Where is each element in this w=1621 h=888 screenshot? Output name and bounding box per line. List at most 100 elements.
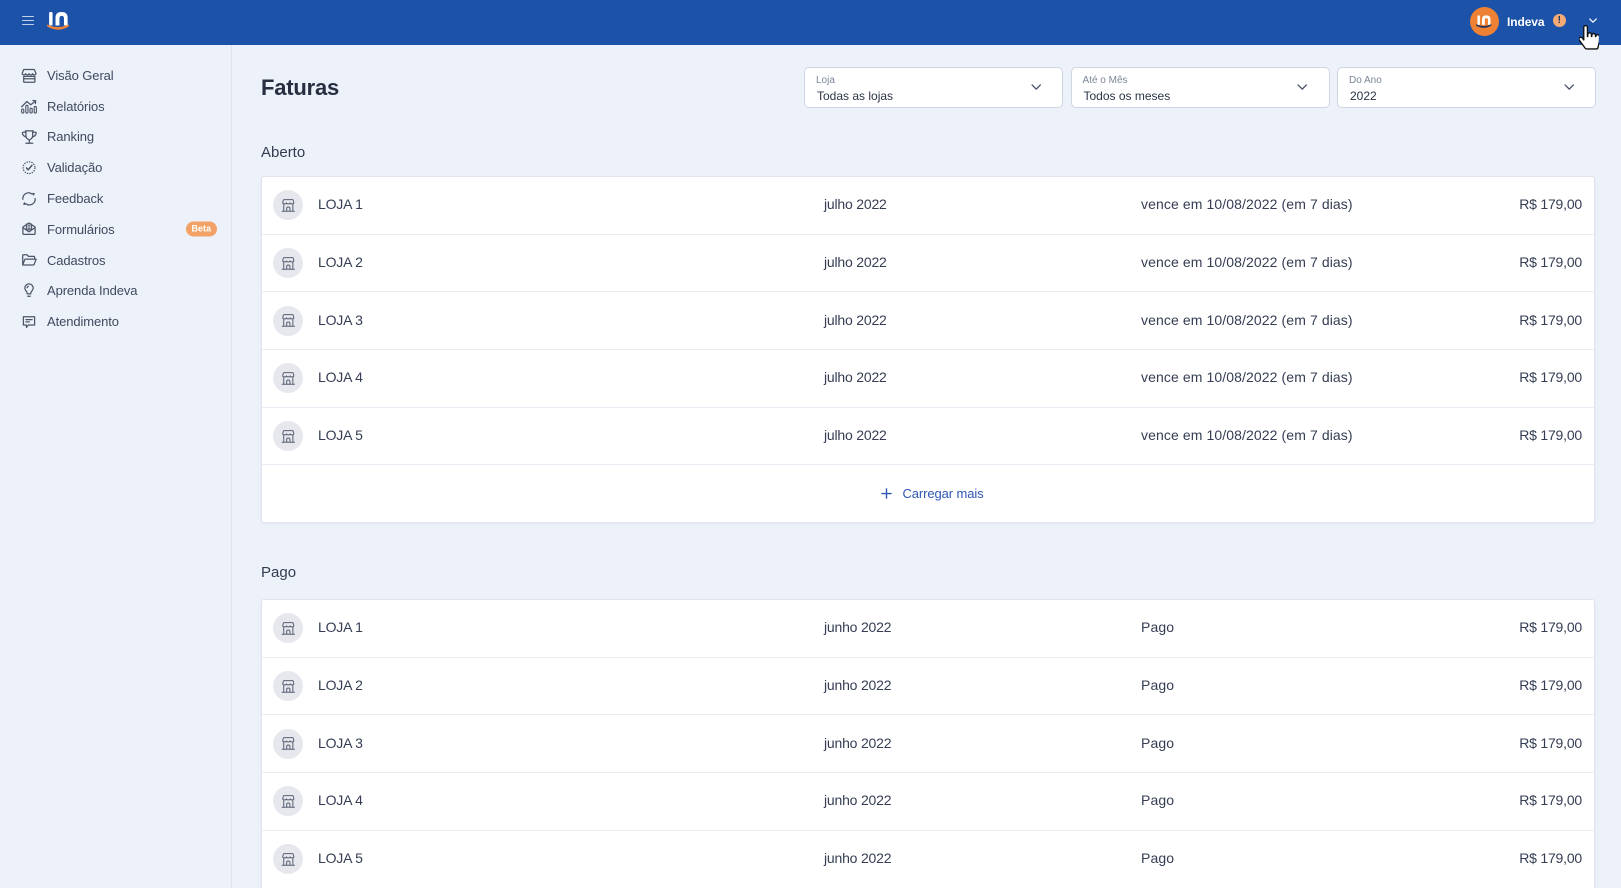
store-icon: [273, 613, 303, 643]
indeva-logo-icon[interactable]: [47, 11, 69, 31]
invoice-amount: R$ 179,00: [1519, 254, 1582, 270]
invoice-period: junho 2022: [824, 619, 891, 635]
store-icon: [273, 190, 303, 220]
store-name: LOJA 2: [318, 677, 363, 693]
chevron-down-icon: [1031, 84, 1042, 91]
invoice-status: Pago: [1141, 792, 1174, 808]
invoice-status: vence em 10/08/2022 (em 7 dias): [1141, 369, 1353, 385]
main-content: Faturas Loja Todas as lojas Até o Mês To…: [233, 45, 1621, 888]
invoice-status: Pago: [1141, 677, 1174, 693]
storefront-icon: [21, 67, 37, 83]
invoice-status: vence em 10/08/2022 (em 7 dias): [1141, 254, 1353, 270]
chat-icon: [21, 314, 37, 330]
store-icon: [273, 363, 303, 393]
invoice-card-aberto: LOJA 1 julho 2022 vence em 10/08/2022 (e…: [261, 176, 1595, 523]
invoice-period: julho 2022: [824, 196, 887, 212]
filter-select-até-o-mês[interactable]: Até o Mês Todos os meses: [1071, 67, 1330, 108]
store-icon: [273, 248, 303, 278]
invoice-period: junho 2022: [824, 735, 891, 751]
store-icon: [273, 729, 303, 759]
beta-badge: Beta: [186, 222, 217, 237]
invoice-row[interactable]: LOJA 4 junho 2022 Pago R$ 179,00: [262, 772, 1594, 830]
invoice-row[interactable]: LOJA 1 julho 2022 vence em 10/08/2022 (e…: [262, 177, 1594, 234]
invoice-period: julho 2022: [824, 312, 887, 328]
invoice-status: Pago: [1141, 850, 1174, 866]
page-title: Faturas: [261, 75, 339, 101]
section-heading: Pago: [261, 565, 296, 580]
invoice-amount: R$ 179,00: [1519, 369, 1582, 385]
bar-chart-icon: [21, 98, 37, 114]
chevron-down-icon: [1297, 84, 1308, 91]
invoice-amount: R$ 179,00: [1519, 619, 1582, 635]
chevron-down-icon[interactable]: [1589, 18, 1597, 24]
sidebar-item-aprenda-indeva[interactable]: Aprenda Indeva: [0, 276, 231, 307]
lightbulb-icon: [21, 283, 37, 299]
invoice-row[interactable]: LOJA 3 julho 2022 vence em 10/08/2022 (e…: [262, 291, 1594, 349]
invoice-period: julho 2022: [824, 254, 887, 270]
sidebar-item-formulários[interactable]: Formulários Beta: [0, 214, 231, 245]
invoice-amount: R$ 179,00: [1519, 312, 1582, 328]
check-badge-icon: [21, 160, 37, 176]
sidebar-item-relatórios[interactable]: Relatórios: [0, 91, 231, 122]
hamburger-menu-icon[interactable]: [22, 16, 34, 30]
store-name: LOJA 3: [318, 312, 363, 328]
store-name: LOJA 5: [318, 427, 363, 443]
user-name[interactable]: Indeva: [1507, 15, 1544, 29]
load-more-button[interactable]: Carregar mais: [262, 464, 1594, 522]
store-name: LOJA 3: [318, 735, 363, 751]
top-bar: Indeva !: [0, 0, 1621, 45]
invoice-amount: R$ 179,00: [1519, 850, 1582, 866]
invoice-card-pago: LOJA 1 junho 2022 Pago R$ 179,00 LOJA 2 …: [261, 599, 1595, 888]
invoice-row[interactable]: LOJA 1 junho 2022 Pago R$ 179,00: [262, 600, 1594, 657]
trophy-icon: [21, 129, 37, 145]
filters-bar: Loja Todas as lojas Até o Mês Todos os m…: [804, 67, 1596, 108]
invoice-period: julho 2022: [824, 369, 887, 385]
sidebar-item-atendimento[interactable]: Atendimento: [0, 306, 231, 337]
filter-select-do-ano[interactable]: Do Ano 2022: [1337, 67, 1596, 108]
chevron-down-icon: [1564, 84, 1575, 91]
invoice-period: junho 2022: [824, 792, 891, 808]
filter-select-loja[interactable]: Loja Todas as lojas: [804, 67, 1063, 108]
invoice-status: Pago: [1141, 619, 1174, 635]
invoice-period: junho 2022: [824, 850, 891, 866]
invoice-row[interactable]: LOJA 5 julho 2022 vence em 10/08/2022 (e…: [262, 407, 1594, 465]
invoice-period: julho 2022: [824, 427, 887, 443]
sidebar-item-cadastros[interactable]: Cadastros: [0, 245, 231, 276]
store-name: LOJA 5: [318, 850, 363, 866]
invoice-amount: R$ 179,00: [1519, 427, 1582, 443]
sidebar: Visão Geral Relatórios Ranking Validação…: [0, 45, 232, 888]
store-icon: [273, 786, 303, 816]
store-icon: [273, 844, 303, 874]
invoice-amount: R$ 179,00: [1519, 735, 1582, 751]
invoice-row[interactable]: LOJA 5 junho 2022 Pago R$ 179,00: [262, 830, 1594, 888]
store-icon: [273, 671, 303, 701]
invoice-amount: R$ 179,00: [1519, 196, 1582, 212]
invoice-amount: R$ 179,00: [1519, 792, 1582, 808]
invoice-amount: R$ 179,00: [1519, 677, 1582, 693]
store-name: LOJA 1: [318, 619, 363, 635]
refresh-icon: [21, 191, 37, 207]
invoice-row[interactable]: LOJA 4 julho 2022 vence em 10/08/2022 (e…: [262, 349, 1594, 407]
alert-badge[interactable]: !: [1553, 14, 1567, 28]
store-name: LOJA 4: [318, 792, 363, 808]
invoice-row[interactable]: LOJA 2 junho 2022 Pago R$ 179,00: [262, 657, 1594, 715]
avatar[interactable]: [1470, 7, 1499, 36]
invoice-status: vence em 10/08/2022 (em 7 dias): [1141, 312, 1353, 328]
section-heading: Aberto: [261, 145, 305, 160]
store-name: LOJA 1: [318, 196, 363, 212]
sidebar-item-feedback[interactable]: Feedback: [0, 183, 231, 214]
invoice-status: vence em 10/08/2022 (em 7 dias): [1141, 196, 1353, 212]
invoice-status: vence em 10/08/2022 (em 7 dias): [1141, 427, 1353, 443]
invoice-row[interactable]: LOJA 2 julho 2022 vence em 10/08/2022 (e…: [262, 234, 1594, 292]
store-name: LOJA 4: [318, 369, 363, 385]
folder-open-icon: [21, 252, 37, 268]
sidebar-item-visão-geral[interactable]: Visão Geral: [0, 60, 231, 91]
invoice-status: Pago: [1141, 735, 1174, 751]
store-icon: [273, 421, 303, 451]
sidebar-item-validação[interactable]: Validação: [0, 152, 231, 183]
plus-icon: [881, 488, 892, 499]
sidebar-item-ranking[interactable]: Ranking: [0, 122, 231, 153]
invoice-period: junho 2022: [824, 677, 891, 693]
form-envelope-icon: [21, 221, 37, 237]
invoice-row[interactable]: LOJA 3 junho 2022 Pago R$ 179,00: [262, 714, 1594, 772]
